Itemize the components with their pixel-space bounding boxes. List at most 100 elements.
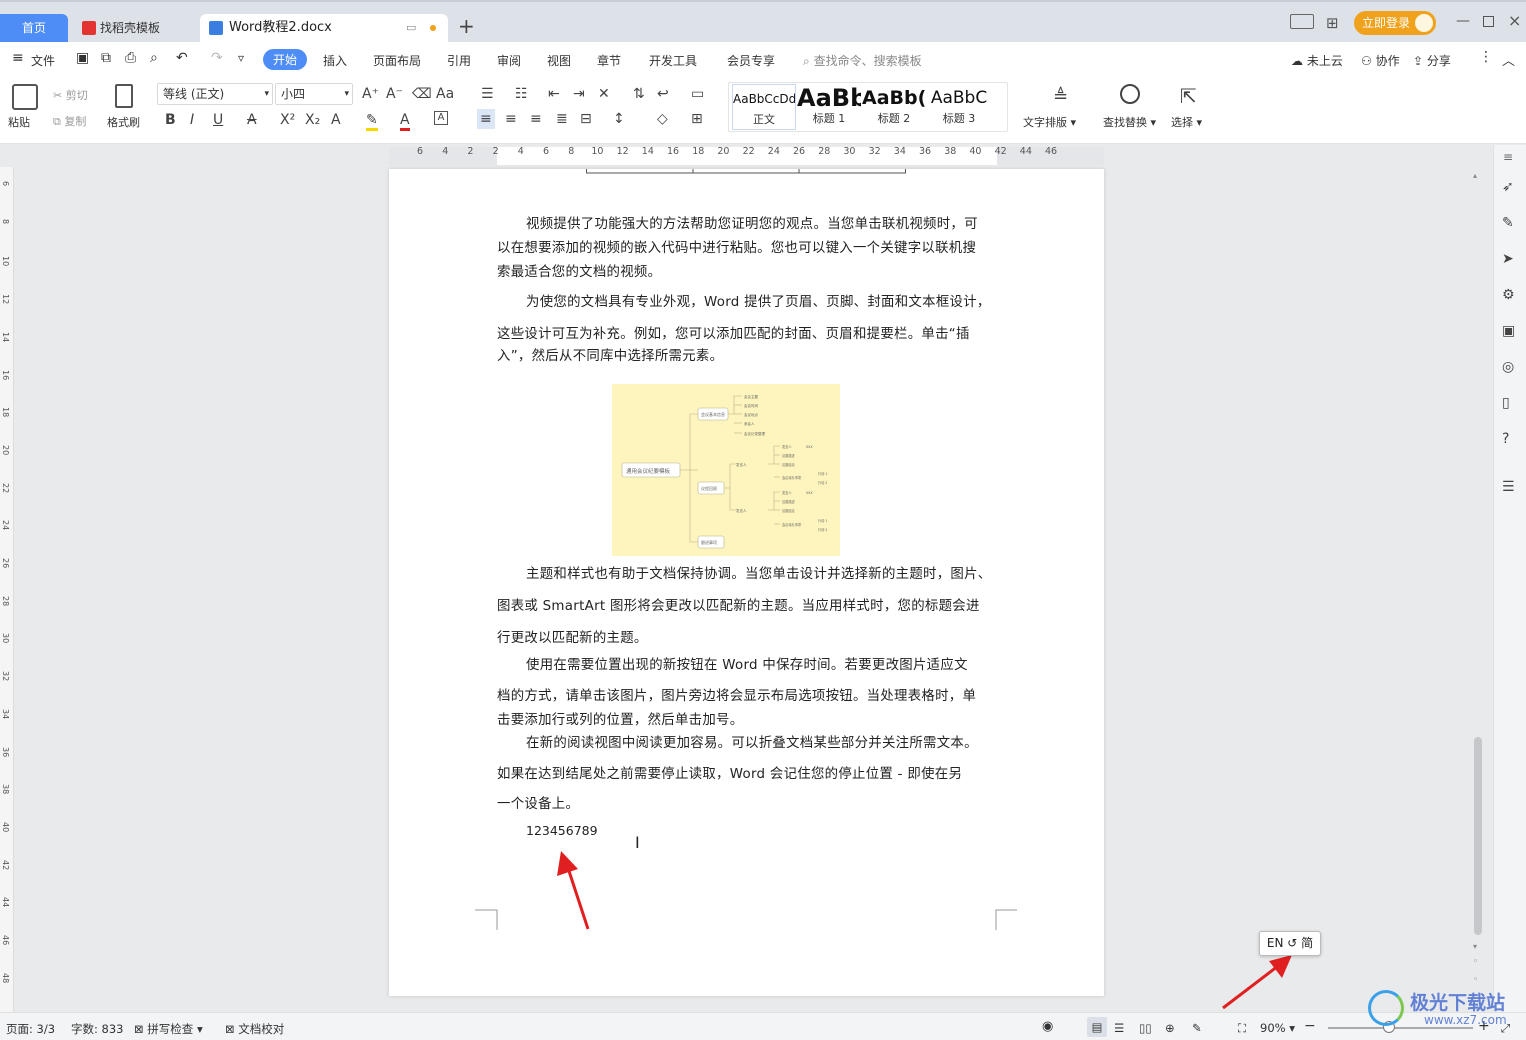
customize-dropdown-icon[interactable]: ▿ bbox=[238, 51, 244, 65]
undo-icon[interactable]: ↶ bbox=[176, 50, 188, 66]
format-painter-icon[interactable] bbox=[115, 84, 133, 108]
menu-page-layout[interactable]: 页面布局 bbox=[373, 52, 421, 69]
underline-icon[interactable]: U bbox=[213, 112, 223, 128]
font-name-select[interactable]: 等线 (正文) ▾ bbox=[157, 83, 273, 105]
redo-icon[interactable]: ↷ bbox=[211, 50, 223, 66]
minimize-icon[interactable]: — bbox=[1456, 13, 1470, 29]
horizontal-ruler[interactable]: 6 4 2 2 4 6 8 10 12 14 16 18 20 22 24 26 28 30 32 34 36 38 40 4… bbox=[0, 145, 1526, 167]
zoom-level[interactable]: 90% ▾ bbox=[1260, 1021, 1295, 1035]
borders-icon[interactable]: ⊞ bbox=[691, 111, 703, 127]
word-count[interactable]: 字数: 833 bbox=[71, 1021, 123, 1037]
proofread[interactable]: ⊠ 文档校对 bbox=[225, 1021, 284, 1037]
typed-text[interactable]: 123456789 bbox=[526, 823, 598, 838]
increase-indent-icon[interactable]: ⇥ bbox=[573, 86, 585, 102]
book-icon[interactable]: ▯ bbox=[1502, 395, 1510, 411]
save-icon[interactable]: ▣ bbox=[76, 50, 89, 66]
tasks-icon[interactable]: ☰ bbox=[1502, 479, 1515, 495]
italic-icon[interactable]: I bbox=[190, 112, 194, 128]
align-right-icon[interactable]: ≡ bbox=[530, 111, 542, 127]
fullscreen-icon[interactable]: ⤢ bbox=[1501, 1021, 1510, 1036]
char-border-icon[interactable]: A bbox=[434, 111, 448, 125]
ime-indicator[interactable]: EN ↺ 简 bbox=[1259, 931, 1321, 956]
menu-view[interactable]: 视图 bbox=[547, 52, 571, 69]
shading-icon[interactable]: ◇ bbox=[657, 111, 668, 127]
outline-view-icon[interactable]: ☰ bbox=[1114, 1021, 1124, 1035]
monitor-icon[interactable]: ▭ bbox=[406, 14, 416, 42]
style-heading-3[interactable]: AaBbC 标题 3 bbox=[927, 84, 991, 130]
sliders-icon[interactable]: ⚙ bbox=[1502, 287, 1515, 303]
menu-start[interactable]: 开始 bbox=[263, 49, 308, 70]
zoom-slider[interactable] bbox=[1328, 1027, 1473, 1029]
strikethrough-icon[interactable]: A bbox=[247, 112, 257, 128]
style-heading-1[interactable]: AaBb 标题 1 bbox=[797, 84, 861, 130]
justify-icon[interactable]: ≣ bbox=[556, 111, 568, 127]
cut-button[interactable]: ✂ 剪切 bbox=[53, 87, 88, 103]
close-icon[interactable]: × bbox=[1508, 11, 1521, 30]
apps-grid-icon[interactable]: ⊞ bbox=[1326, 14, 1339, 32]
pen-icon[interactable]: ✎ bbox=[1502, 215, 1514, 231]
scroll-up-icon[interactable]: ▴ bbox=[1473, 171, 1477, 180]
cloud-status[interactable]: ☁ 未上云 bbox=[1291, 52, 1343, 69]
style-normal[interactable]: AaBbCcDd 正文 bbox=[732, 84, 796, 130]
spell-check[interactable]: ⊠ 拼写检查 ▾ bbox=[134, 1021, 203, 1037]
menu-review[interactable]: 审阅 bbox=[497, 52, 521, 69]
bullet-list-icon[interactable]: ☰ bbox=[481, 86, 494, 102]
format-painter-button[interactable]: 格式刷 bbox=[107, 114, 140, 130]
maximize-icon[interactable] bbox=[1483, 16, 1494, 27]
document-page[interactable]: 视频提供了功能强大的方法帮助您证明您的观点。当您单击联机视频时，可 以在想要添加的… bbox=[389, 169, 1104, 996]
more-icon[interactable]: ⋮ bbox=[1479, 49, 1493, 65]
select-button[interactable]: 选择 ▾ bbox=[1171, 114, 1202, 130]
decrease-indent-icon[interactable]: ⇤ bbox=[548, 86, 560, 102]
sidebar-menu-icon[interactable]: ≡ bbox=[1503, 149, 1513, 165]
find-replace-button[interactable]: 查找替换 ▾ bbox=[1103, 114, 1156, 130]
menu-chapter[interactable]: 章节 bbox=[597, 52, 621, 69]
align-center-icon[interactable]: ≡ bbox=[505, 111, 517, 127]
tab-document[interactable]: Word教程2.docx ▭ bbox=[200, 14, 448, 42]
menu-developer[interactable]: 开发工具 bbox=[649, 52, 697, 69]
change-case-button[interactable]: Aa bbox=[436, 86, 454, 102]
help-icon[interactable]: ? bbox=[1502, 431, 1509, 447]
collab-button[interactable]: ⚇ 协作 bbox=[1361, 52, 1400, 69]
login-button[interactable]: 立即登录 bbox=[1354, 11, 1436, 35]
layout-icon[interactable] bbox=[1290, 14, 1314, 29]
style-heading-2[interactable]: AaBb(标题 2 bbox=[862, 84, 926, 130]
fit-page-icon[interactable]: ⛶ bbox=[1238, 1021, 1246, 1036]
zoom-out-icon[interactable]: − bbox=[1304, 1018, 1316, 1034]
font-size-select[interactable]: 小四 ▾ bbox=[275, 83, 353, 105]
superscript-icon[interactable]: X² bbox=[280, 112, 295, 128]
subscript-icon[interactable]: X₂ bbox=[305, 112, 320, 128]
scrollbar-thumb[interactable] bbox=[1474, 737, 1482, 935]
text-layout-button[interactable]: 文字排版 ▾ bbox=[1023, 114, 1076, 130]
read-view-icon[interactable]: ▯▯ bbox=[1139, 1021, 1152, 1035]
rocket-icon[interactable]: ➶ bbox=[1502, 179, 1514, 195]
align-left-icon[interactable]: ≡ bbox=[477, 109, 495, 129]
mindmap-image[interactable]: 通用会议纪要模板 会议基本信息 议程回顾 跟进事项 会议主题 会议时间 会议地点 参会人 会议记… bbox=[612, 384, 840, 556]
zoom-slider-thumb[interactable] bbox=[1383, 1021, 1395, 1033]
scroll-down-icon[interactable]: ▾ bbox=[1473, 942, 1477, 951]
menu-file[interactable]: 文件 bbox=[31, 52, 55, 69]
image-icon[interactable]: ▣ bbox=[1502, 323, 1515, 339]
clear-format-icon[interactable]: ⌫ bbox=[412, 86, 432, 102]
page-view-icon[interactable]: ▤ bbox=[1087, 1017, 1107, 1037]
font-color-icon[interactable]: A bbox=[400, 112, 410, 131]
menu-references[interactable]: 引用 bbox=[447, 52, 471, 69]
print-preview-icon[interactable]: ⌕ bbox=[150, 50, 158, 66]
asian-layout-icon[interactable]: ✕ bbox=[598, 86, 610, 102]
write-view-icon[interactable]: ✎ bbox=[1192, 1021, 1202, 1035]
text-effect-icon[interactable]: A bbox=[331, 112, 341, 128]
eye-protect-icon[interactable]: ◉ bbox=[1042, 1019, 1053, 1034]
numbered-list-icon[interactable]: ☷ bbox=[515, 86, 528, 102]
vertical-ruler[interactable]: 6 8 10 12 14 16 18 20 22 24 26 28 30 32 34 36 38 40 42 44 46… bbox=[0, 167, 14, 1012]
highlight-icon[interactable]: ✎ bbox=[366, 112, 378, 131]
paste-icon[interactable] bbox=[12, 84, 38, 110]
line-spacing-icon[interactable]: ↕ bbox=[613, 111, 625, 127]
sort-icon[interactable]: ⇅ bbox=[633, 86, 645, 102]
copy-button[interactable]: ⧉ 复制 bbox=[53, 113, 86, 129]
new-tab-icon[interactable]: + bbox=[458, 14, 475, 38]
hamburger-icon[interactable]: ≡ bbox=[12, 50, 24, 66]
web-view-icon[interactable]: ⊕ bbox=[1165, 1021, 1175, 1035]
share-button[interactable]: ⇪ 分享 bbox=[1413, 52, 1451, 69]
location-icon[interactable]: ◎ bbox=[1502, 359, 1514, 375]
shrink-font-icon[interactable]: A⁻ bbox=[386, 86, 403, 102]
grow-font-icon[interactable]: A⁺ bbox=[362, 86, 379, 102]
